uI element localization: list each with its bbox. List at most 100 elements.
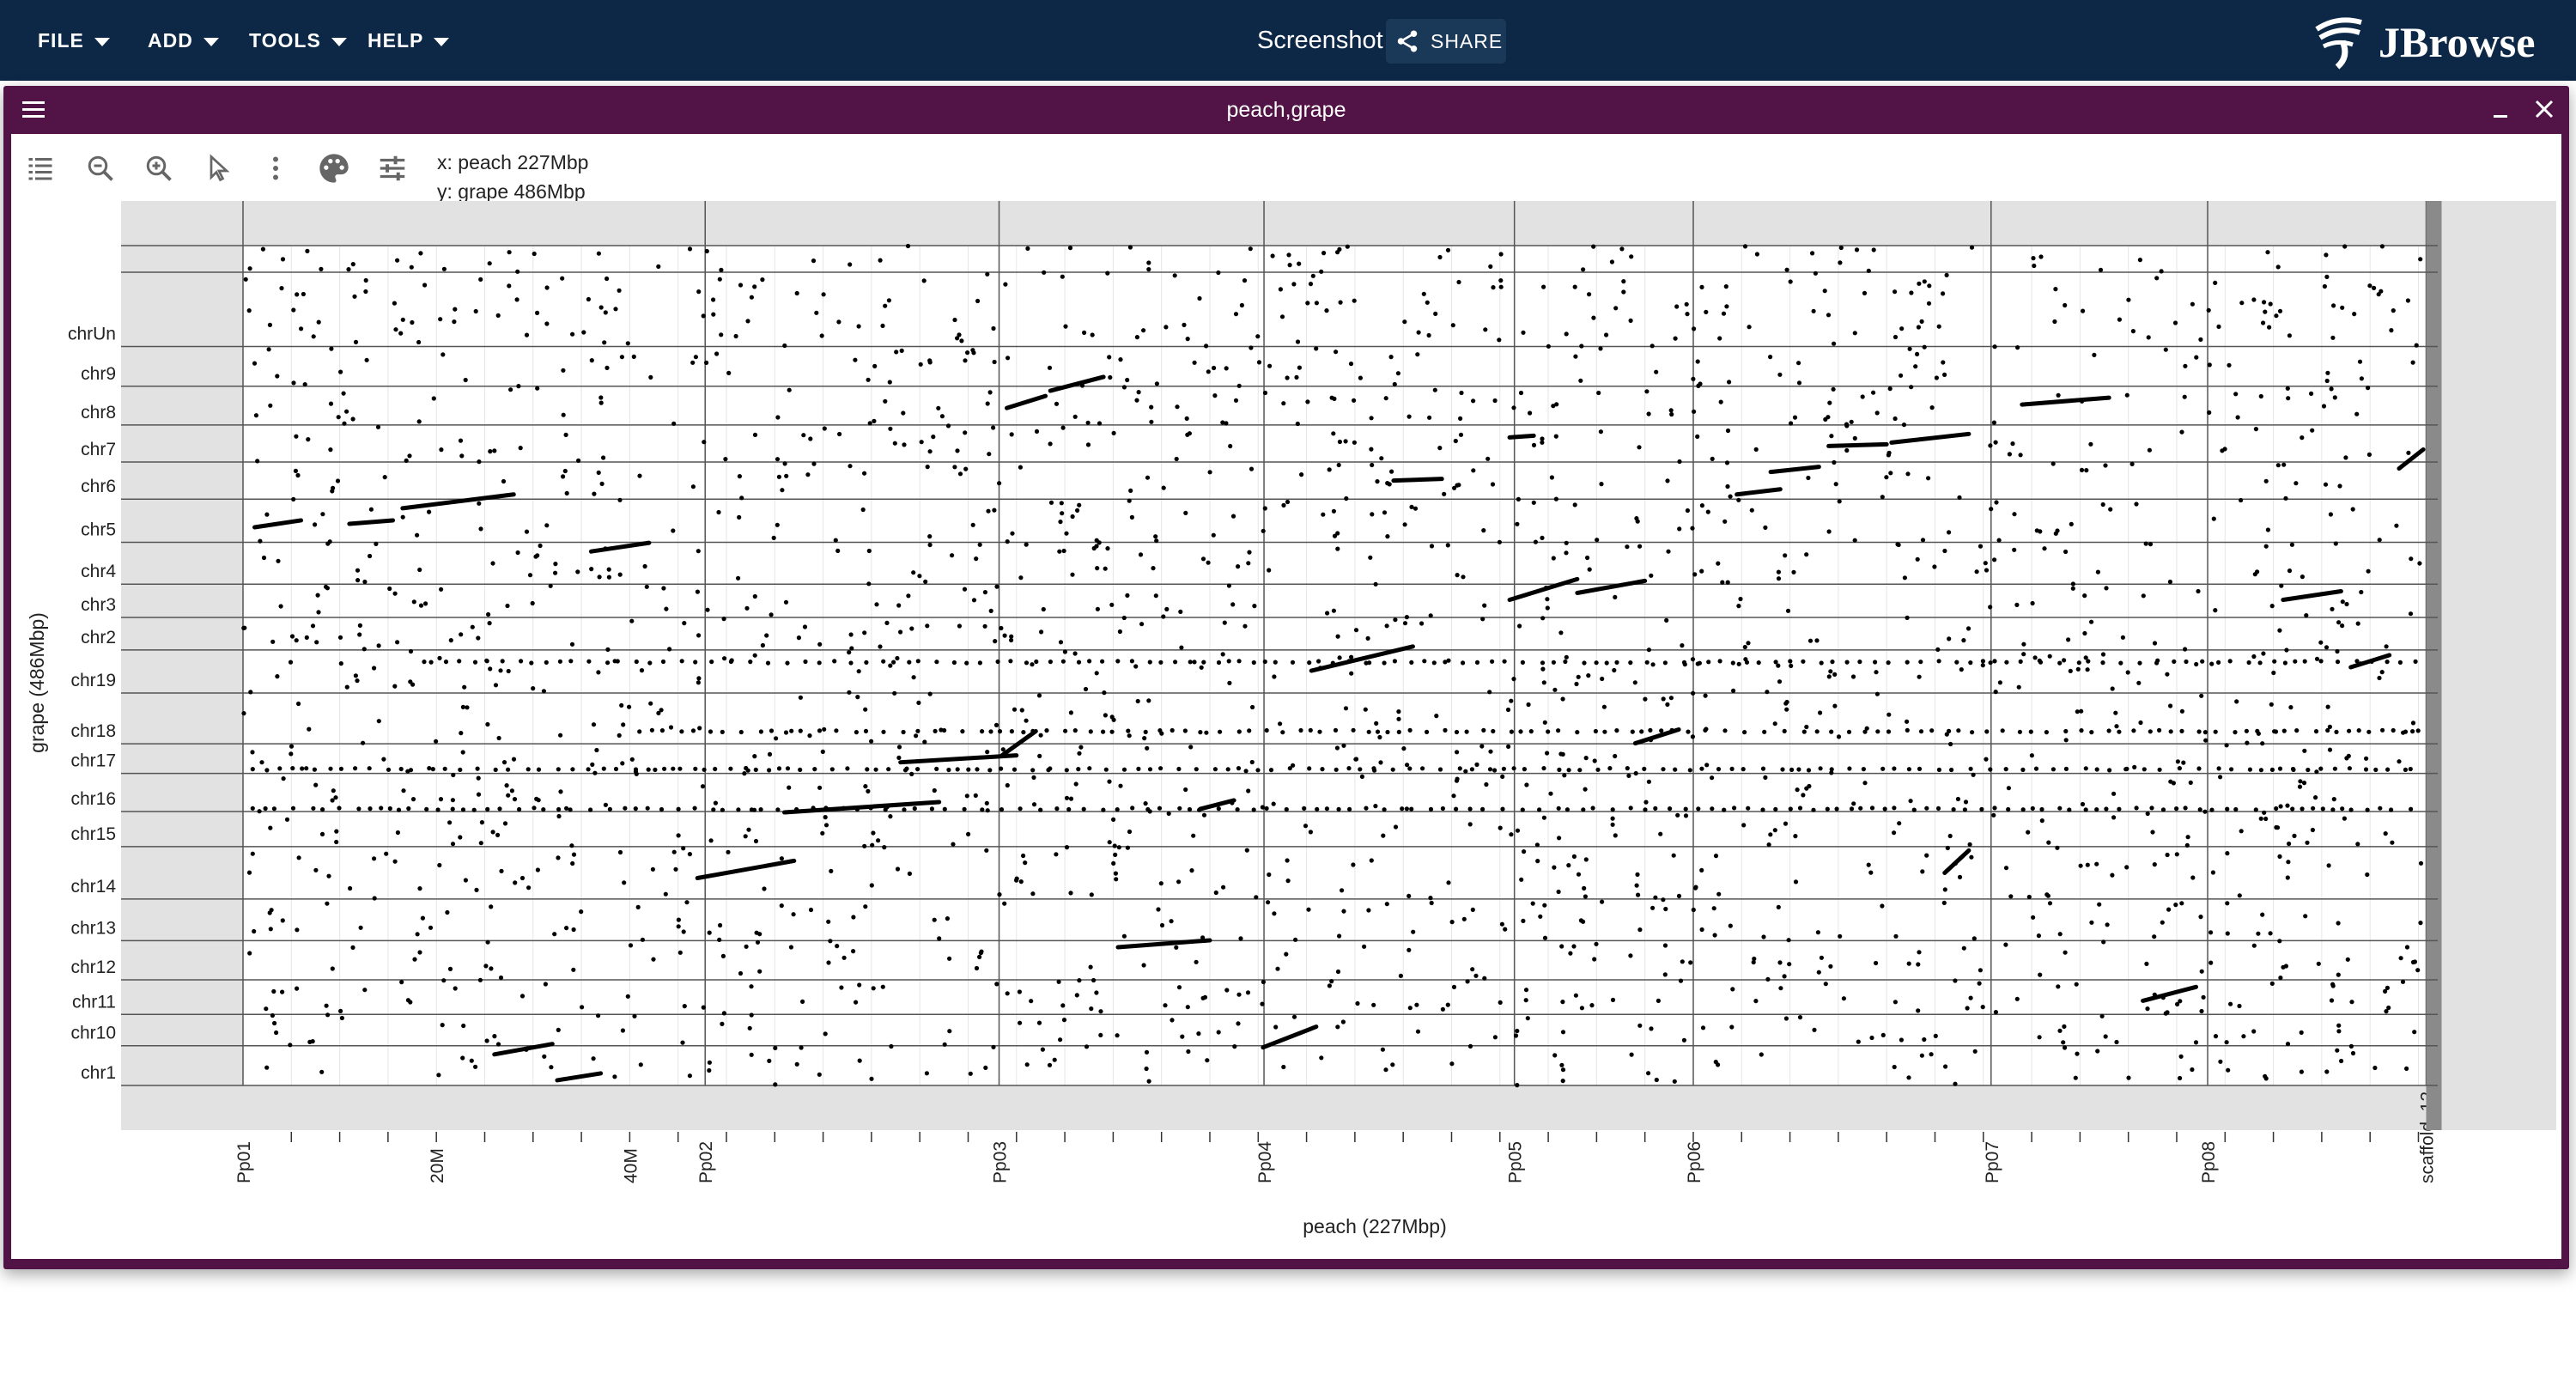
dot	[775, 522, 780, 527]
dot	[1089, 892, 1094, 897]
menu-file[interactable]: FILE	[38, 0, 110, 81]
dot	[702, 440, 707, 445]
dot	[1927, 283, 1932, 289]
dot	[518, 446, 523, 451]
dot	[1388, 355, 1394, 360]
session-name[interactable]: Screenshot	[1257, 0, 1383, 81]
dot	[1671, 853, 1676, 858]
dot	[1390, 1062, 1395, 1067]
dot	[1345, 244, 1350, 249]
dot	[1375, 729, 1381, 734]
dot	[1796, 767, 1801, 772]
dot	[1431, 660, 1437, 666]
dot	[1461, 916, 1467, 921]
dot	[478, 841, 483, 846]
dot	[1409, 504, 1414, 509]
dot	[1341, 909, 1346, 914]
dot	[1628, 953, 1633, 958]
dot	[873, 767, 878, 772]
dot	[1146, 260, 1151, 265]
dot	[534, 796, 539, 802]
dot	[2330, 982, 2336, 987]
dot	[2348, 1043, 2354, 1049]
dot	[1953, 1081, 1958, 1086]
dot	[811, 461, 817, 466]
dot	[1185, 1005, 1190, 1010]
dot	[330, 489, 335, 494]
dot	[693, 660, 698, 665]
dot	[1344, 495, 1349, 502]
dot	[2125, 670, 2130, 675]
dot	[1683, 806, 1688, 812]
dotplot-canvas[interactable]: Pp01 Pp02 Pp03 Pp04 Pp05 Pp06 Pp07 Pp08 scaffold…	[11, 134, 2561, 1259]
dot	[1564, 550, 1569, 556]
dot	[2262, 300, 2267, 305]
dot	[485, 721, 490, 727]
minimize-icon[interactable]	[2488, 98, 2512, 122]
dot	[1862, 781, 1868, 786]
dot	[906, 593, 911, 599]
dot	[606, 575, 612, 580]
dot	[1038, 807, 1043, 812]
share-button[interactable]: SHARE	[1386, 19, 1506, 64]
dot	[1610, 822, 1615, 827]
dot	[776, 766, 782, 771]
dot	[474, 887, 479, 892]
dot	[690, 484, 696, 489]
menu-help[interactable]: HELP	[368, 0, 450, 81]
dot	[1406, 947, 1412, 952]
dot	[1576, 872, 1582, 877]
dot	[1895, 542, 1900, 547]
dot	[1778, 986, 1783, 991]
dot	[747, 1025, 752, 1030]
dot	[1978, 544, 1984, 549]
dot	[1551, 556, 1556, 561]
dot	[2384, 644, 2389, 649]
dot	[450, 798, 455, 803]
dot	[2274, 824, 2279, 830]
dot	[1005, 782, 1010, 788]
dot	[1525, 1016, 1530, 1021]
dot	[571, 852, 577, 857]
dot	[1262, 390, 1268, 396]
menu-add-label: ADD	[148, 28, 193, 52]
menu-tools[interactable]: TOOLS	[249, 0, 347, 81]
dot	[2092, 352, 2097, 357]
menu-add[interactable]: ADD	[148, 0, 219, 81]
dot	[290, 766, 295, 771]
dot	[1614, 728, 1619, 733]
dot	[304, 766, 309, 771]
dot	[1796, 380, 1802, 386]
dot	[1551, 660, 1556, 665]
dot	[2167, 579, 2172, 585]
dot	[728, 766, 733, 771]
dot	[1449, 920, 1455, 925]
dot	[743, 834, 748, 839]
dot	[1222, 620, 1227, 625]
dot	[1905, 719, 1910, 724]
dot	[1281, 1064, 1286, 1070]
dot	[1207, 470, 1212, 475]
dot	[1141, 328, 1146, 333]
dot	[530, 600, 535, 606]
dot	[2410, 360, 2415, 365]
dot	[2367, 283, 2372, 289]
dot	[1279, 314, 1285, 319]
dot	[280, 918, 285, 923]
dot	[2131, 728, 2136, 733]
dot	[1298, 727, 1303, 733]
dot	[1592, 957, 1597, 962]
dot	[1204, 730, 1209, 735]
dot	[458, 767, 463, 773]
dot	[2179, 728, 2184, 734]
dot	[320, 807, 325, 812]
dot	[966, 831, 971, 837]
dot	[409, 264, 414, 270]
dot	[856, 669, 861, 674]
dot	[2299, 1030, 2304, 1035]
dot	[1095, 606, 1100, 611]
dot	[933, 728, 938, 734]
dot	[247, 951, 252, 956]
close-icon[interactable]	[2531, 96, 2557, 122]
dot	[2372, 1065, 2378, 1071]
